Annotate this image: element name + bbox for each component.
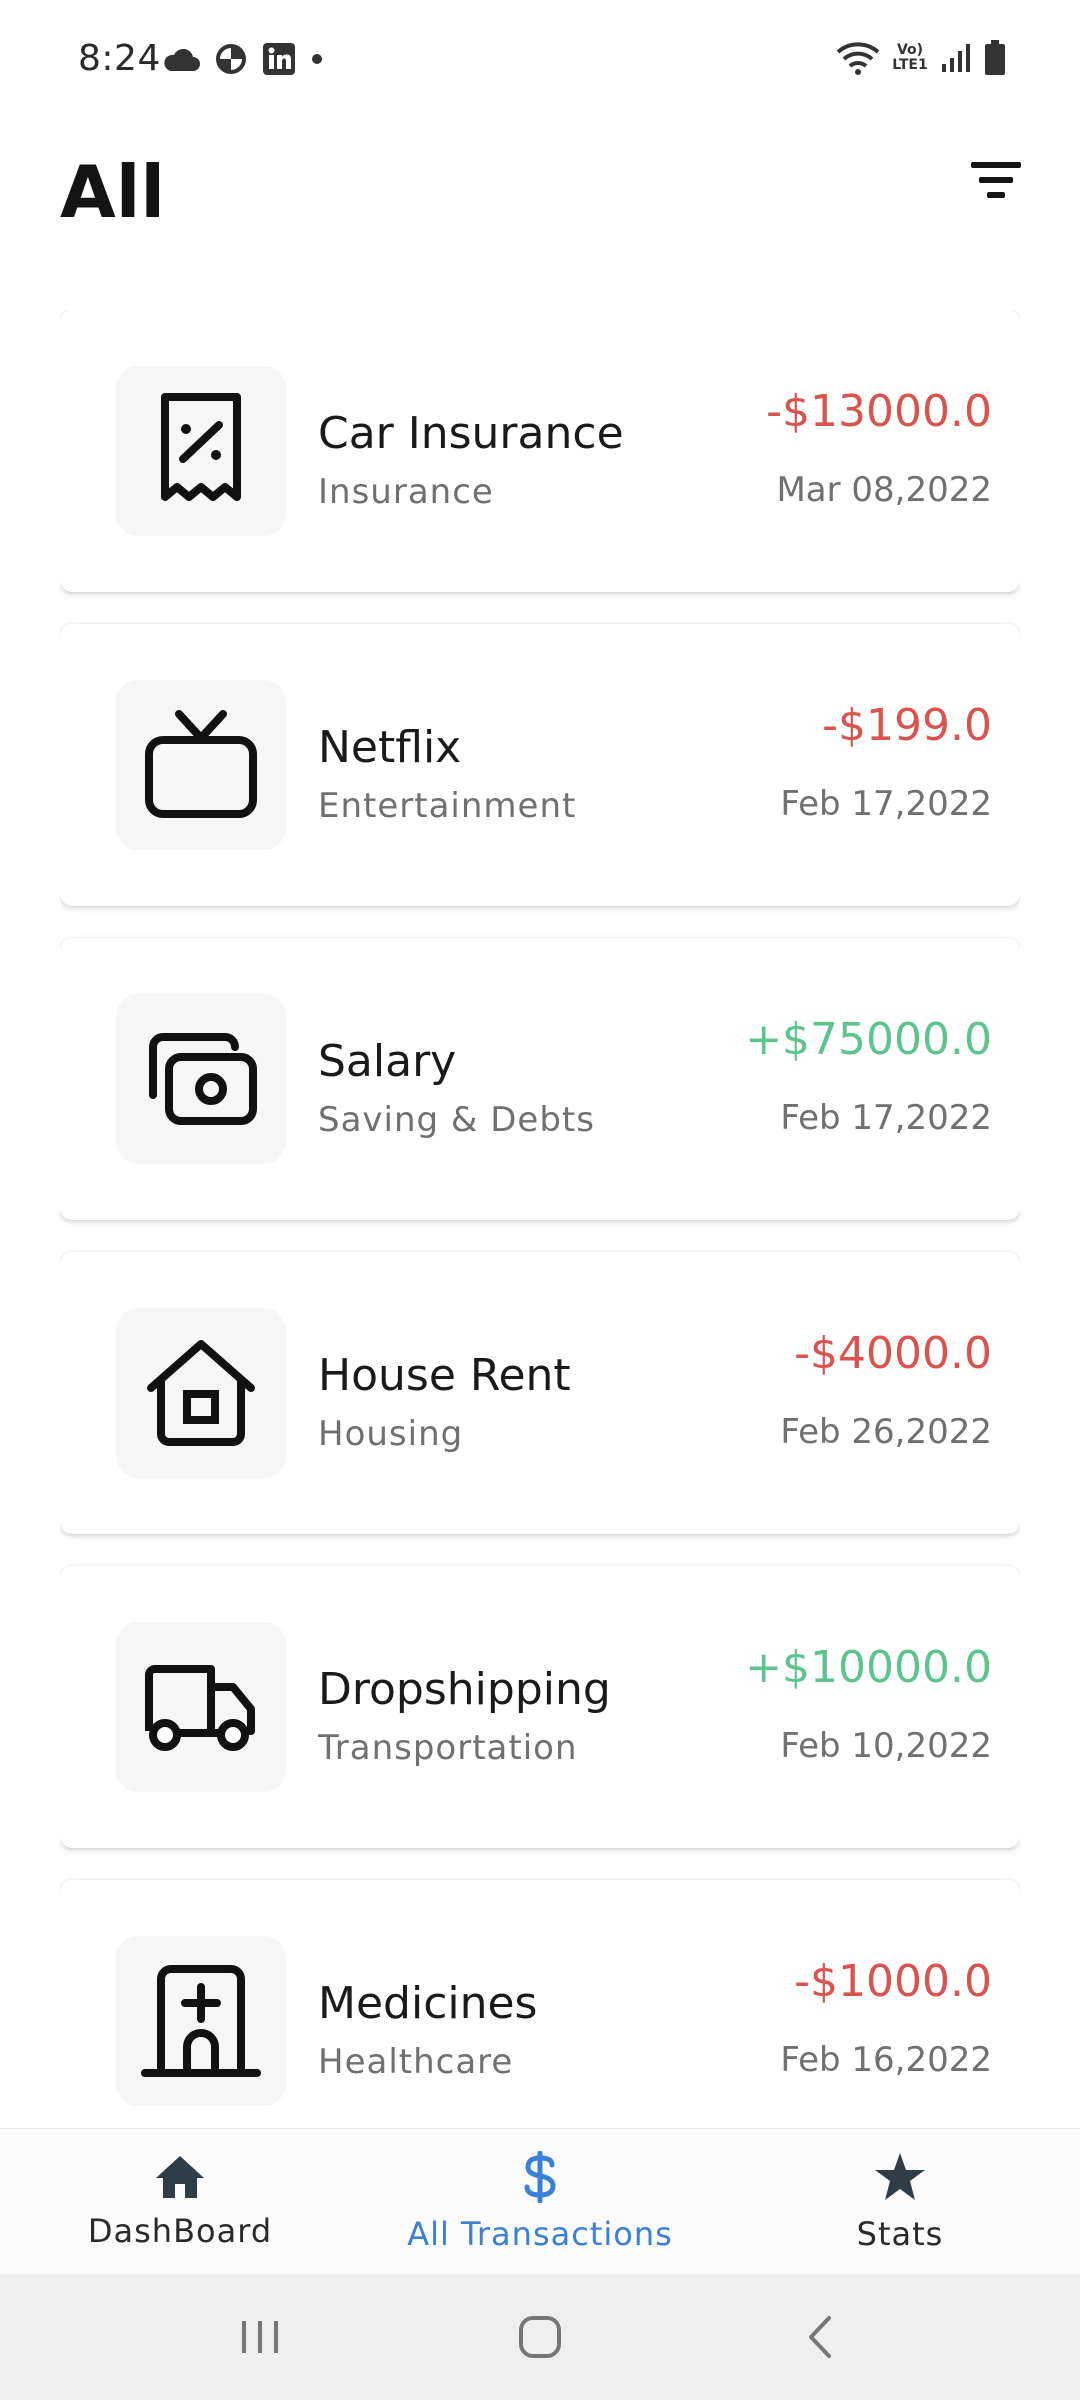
status-bar: 8:24 Vo) LTE1 [0, 0, 1080, 120]
star-icon [873, 2151, 927, 2207]
transaction-date: Feb 16,2022 [780, 2040, 992, 2080]
nav-label: DashBoard [87, 2211, 273, 2250]
hospital-icon [116, 1936, 286, 2106]
transaction-card[interactable]: Dropshipping Transportation +$10000.0 Fe… [60, 1566, 1020, 1848]
transaction-amount: -$4000.0 [794, 1328, 992, 1379]
wifi-icon [836, 40, 880, 76]
filter-icon-line-3 [987, 192, 1005, 198]
recent-apps-button[interactable] [220, 2297, 300, 2377]
transaction-title: Medicines [318, 1978, 538, 2029]
nav-label: All Transactions [407, 2214, 673, 2253]
signal-icon [940, 42, 974, 74]
nav-label: Stats [856, 2214, 944, 2253]
transaction-card[interactable]: Netflix Entertainment -$199.0 Feb 17,202… [60, 624, 1020, 906]
transaction-amount: +$10000.0 [745, 1642, 992, 1693]
filter-icon-line-2 [979, 177, 1013, 183]
nav-item-stats[interactable]: Stats [720, 2129, 1080, 2274]
transaction-date: Mar 08,2022 [776, 470, 992, 510]
nav-item-all-transactions[interactable]: All Transactions [360, 2129, 720, 2274]
nav-item-dashboard[interactable]: DashBoard [0, 2129, 360, 2274]
home-icon [154, 2154, 206, 2204]
transaction-date: Feb 10,2022 [780, 1726, 992, 1766]
page-title: All [60, 150, 166, 234]
transaction-title: Car Insurance [318, 408, 624, 459]
transaction-category: Transportation [318, 1728, 578, 1768]
system-navigation-bar [0, 2274, 1080, 2400]
transaction-title: Netflix [318, 722, 462, 773]
cash-icon [116, 994, 286, 1164]
receipt-percent-icon [116, 366, 286, 536]
transaction-category: Insurance [318, 472, 494, 512]
transaction-category: Saving & Debts [318, 1100, 595, 1140]
transaction-date: Feb 26,2022 [780, 1412, 992, 1452]
truck-icon [116, 1622, 286, 1792]
cloud-icon [162, 45, 200, 73]
linkedin-icon [262, 42, 296, 76]
transaction-list[interactable]: Car Insurance Insurance -$13000.0 Mar 08… [60, 310, 1020, 2128]
transaction-amount: -$1000.0 [794, 1956, 992, 2007]
transaction-date: Feb 17,2022 [780, 784, 992, 824]
home-button[interactable] [500, 2297, 580, 2377]
house-icon [116, 1308, 286, 1478]
transaction-category: Entertainment [318, 786, 577, 826]
transaction-title: House Rent [318, 1350, 571, 1401]
dollar-icon [522, 2150, 558, 2207]
back-button[interactable] [780, 2297, 860, 2377]
transaction-date: Feb 17,2022 [780, 1098, 992, 1138]
transaction-card[interactable]: Car Insurance Insurance -$13000.0 Mar 08… [60, 310, 1020, 592]
tv-icon [116, 680, 286, 850]
transaction-amount: -$13000.0 [766, 386, 992, 437]
filter-button[interactable] [968, 155, 1024, 205]
system-status-icons: Vo) LTE1 [836, 40, 1006, 76]
transaction-card[interactable]: Medicines Healthcare -$1000.0 Feb 16,202… [60, 1880, 1020, 2128]
filter-icon-line-1 [971, 162, 1021, 168]
network-type-label: Vo) LTE1 [892, 42, 928, 73]
data-saver-icon [214, 42, 248, 76]
battery-icon [984, 40, 1006, 76]
status-time: 8:24 [78, 38, 161, 79]
transaction-amount: +$75000.0 [745, 1014, 992, 1065]
transaction-category: Housing [318, 1414, 464, 1454]
transaction-title: Salary [318, 1036, 457, 1087]
transaction-card[interactable]: Salary Saving & Debts +$75000.0 Feb 17,2… [60, 938, 1020, 1220]
transaction-amount: -$199.0 [822, 700, 992, 751]
transaction-card[interactable]: House Rent Housing -$4000.0 Feb 26,2022 [60, 1252, 1020, 1534]
dot-icon [310, 52, 324, 66]
transaction-title: Dropshipping [318, 1664, 611, 1715]
bottom-navigation: DashBoard All Transactions Stats [0, 2128, 1080, 2274]
transaction-category: Healthcare [318, 2042, 514, 2082]
notification-icons [162, 42, 324, 76]
